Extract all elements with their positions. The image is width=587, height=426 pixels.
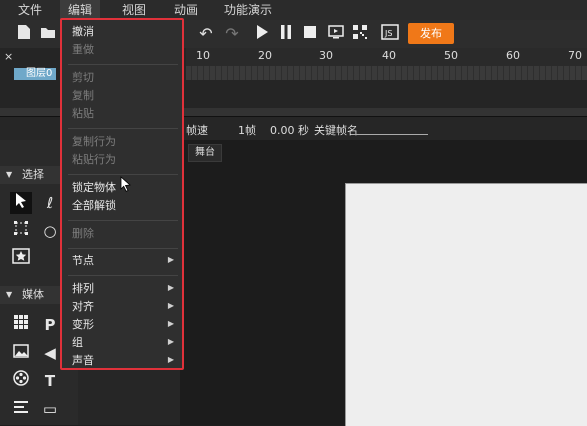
menu-separator — [68, 248, 178, 249]
menu-item-undo[interactable]: 撤消 — [72, 24, 94, 40]
pause-icon[interactable] — [276, 24, 296, 44]
tab-stage[interactable]: 舞台 — [188, 144, 222, 162]
media-header-label: 媒体 — [22, 288, 44, 301]
time-value: 0.00 秒 — [270, 124, 309, 137]
play-icon[interactable] — [252, 24, 272, 44]
collapse-icon: ▼ — [6, 170, 13, 179]
paragraph-icon[interactable] — [10, 398, 32, 420]
menu-demo[interactable]: 功能演示 — [224, 0, 284, 20]
menu-item-delete[interactable]: 删除 — [72, 226, 94, 242]
new-file-icon[interactable] — [14, 24, 34, 44]
board-icon[interactable]: ▭ — [40, 398, 60, 420]
close-icon[interactable]: × — [4, 50, 13, 63]
open-folder-icon[interactable] — [38, 24, 58, 44]
menu-separator — [68, 128, 178, 129]
sound-icon[interactable]: ◀ — [40, 342, 60, 364]
menu-item-cut[interactable]: 剪切 — [72, 70, 94, 86]
submenu-arrow-icon: ▶ — [167, 319, 174, 328]
stage-canvas[interactable] — [345, 183, 587, 426]
ruler-mark: 60 — [506, 49, 520, 62]
menu-separator — [68, 220, 178, 221]
submenu-arrow-icon: ▶ — [167, 337, 174, 346]
arrow-tool-icon[interactable] — [10, 192, 32, 214]
stop-icon[interactable] — [300, 24, 320, 44]
layer-item[interactable]: 图层0 — [14, 68, 56, 80]
menu-item-copy[interactable]: 复制 — [72, 88, 94, 104]
grid-icon[interactable] — [10, 314, 32, 336]
collapse-icon: ▼ — [6, 290, 13, 299]
menu-item-unlock-all[interactable]: 全部解锁 — [72, 198, 116, 214]
menu-view[interactable]: 视图 — [122, 0, 152, 20]
frame-value: 1帧 — [238, 124, 256, 137]
image-icon[interactable] — [10, 342, 32, 364]
edit-menu-dropdown: 撤消 重做 剪切 复制 粘贴 复制行为 粘贴行为 锁定物体 全部解锁 删除 节点… — [60, 18, 184, 370]
qrcode-icon[interactable] — [350, 24, 370, 44]
frames-strip[interactable] — [186, 66, 587, 80]
submenu-arrow-icon: ▶ — [167, 255, 174, 264]
keyframe-name-input[interactable] — [354, 134, 428, 135]
publish-button[interactable]: 发布 — [408, 23, 454, 44]
video-icon[interactable] — [10, 370, 32, 392]
menu-item-lock-object[interactable]: 锁定物体 — [72, 180, 116, 196]
redo-icon[interactable]: ↷ — [222, 24, 242, 44]
menu-separator — [68, 275, 178, 276]
menu-separator — [68, 174, 178, 175]
svg-text:JS: JS — [384, 29, 392, 38]
ruler-mark: 70 — [568, 49, 582, 62]
menu-edit[interactable]: 编辑 — [60, 0, 100, 20]
ruler-mark: 50 — [444, 49, 458, 62]
menu-item-align[interactable]: 对齐 ▶ — [72, 299, 178, 315]
menu-animation[interactable]: 动画 — [174, 0, 204, 20]
transform-tool-icon[interactable] — [10, 220, 32, 242]
menu-item-nodes[interactable]: 节点 ▶ — [72, 253, 178, 269]
preview-icon[interactable] — [326, 24, 346, 44]
photoshop-icon[interactable]: P — [40, 314, 60, 336]
text-tool-icon[interactable]: T — [40, 370, 60, 392]
menu-item-sound[interactable]: 声音 ▶ — [72, 353, 178, 369]
menu-item-paste[interactable]: 粘贴 — [72, 106, 94, 122]
undo-icon[interactable]: ↶ — [196, 24, 216, 44]
ruler-mark: 10 — [196, 49, 210, 62]
stage-area: 舞台 — [180, 140, 587, 426]
ruler-mark: 30 — [319, 49, 333, 62]
menu-item-paste-behavior[interactable]: 粘贴行为 — [72, 152, 116, 168]
mouse-cursor-icon — [120, 176, 131, 192]
menu-separator — [68, 64, 178, 65]
ruler-mark: 40 — [382, 49, 396, 62]
zoom-tool-icon[interactable]: ○ — [40, 220, 60, 242]
pen-tool-icon[interactable]: ℓ — [40, 192, 60, 214]
keyframe-label: 关键帧名 — [314, 124, 358, 137]
menu-item-arrange[interactable]: 排列 ▶ — [72, 281, 178, 297]
menu-item-copy-behavior[interactable]: 复制行为 — [72, 134, 116, 150]
ruler-mark: 20 — [258, 49, 272, 62]
submenu-arrow-icon: ▶ — [167, 355, 174, 364]
menu-item-redo[interactable]: 重做 — [72, 42, 94, 58]
menu-item-transform[interactable]: 变形 ▶ — [72, 317, 178, 333]
submenu-arrow-icon: ▶ — [167, 283, 174, 292]
speed-label: 帧速 — [186, 124, 208, 137]
menu-item-group[interactable]: 组 ▶ — [72, 335, 178, 351]
js-icon[interactable]: JS — [380, 24, 400, 44]
star-tool-icon[interactable] — [10, 248, 32, 270]
timeline-ruler[interactable]: 10 20 30 40 50 60 70 — [186, 48, 587, 67]
submenu-arrow-icon: ▶ — [167, 301, 174, 310]
select-header-label: 选择 — [22, 168, 44, 181]
menu-file[interactable]: 文件 — [18, 0, 48, 20]
